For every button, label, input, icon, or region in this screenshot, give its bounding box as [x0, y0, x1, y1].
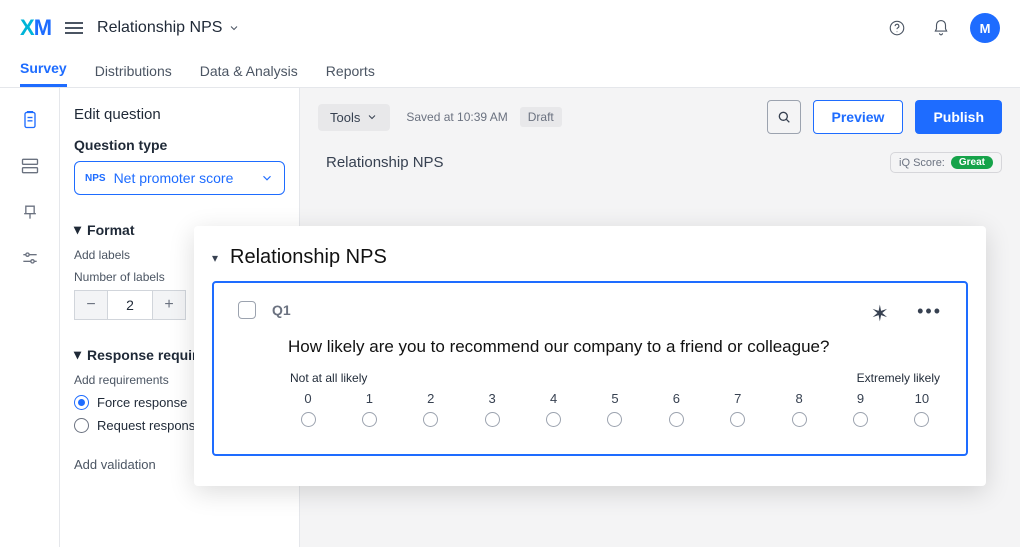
question-text[interactable]: How likely are you to recommend our comp…: [288, 337, 942, 357]
logo: XM: [20, 15, 51, 41]
chevron-down-icon: [260, 171, 274, 185]
nps-option-1[interactable]: [349, 412, 389, 432]
nps-option-10[interactable]: [902, 412, 942, 432]
stepper-plus[interactable]: +: [152, 290, 186, 320]
question-block-overlay: ▾ Relationship NPS Q1 ✶ ••• How likely a…: [194, 226, 986, 486]
question-number: Q1: [272, 302, 291, 318]
tools-menu[interactable]: Tools: [318, 104, 390, 131]
nps-option-3[interactable]: [472, 412, 512, 432]
tab-data-analysis[interactable]: Data & Analysis: [200, 63, 298, 87]
preview-button[interactable]: Preview: [813, 100, 904, 134]
tab-distributions[interactable]: Distributions: [95, 63, 172, 87]
nps-option-2[interactable]: [411, 412, 451, 432]
menu-icon[interactable]: [65, 22, 83, 34]
nps-option-4[interactable]: [534, 412, 574, 432]
caret-down-icon: ▾: [74, 221, 81, 238]
rail-look-feel-icon[interactable]: [16, 198, 44, 226]
rail-options-icon[interactable]: [16, 244, 44, 272]
select-question-checkbox[interactable]: [238, 301, 256, 319]
publish-button[interactable]: Publish: [915, 100, 1002, 134]
nps-option-7[interactable]: [718, 412, 758, 432]
draft-chip: Draft: [520, 107, 562, 127]
rail-builder-icon[interactable]: [16, 106, 44, 134]
nps-option-5[interactable]: [595, 412, 635, 432]
help-button[interactable]: [882, 13, 912, 43]
tab-reports[interactable]: Reports: [326, 63, 375, 87]
nps-option-6[interactable]: [656, 412, 696, 432]
question-type-select[interactable]: NPS Net promoter score: [74, 161, 285, 195]
chevron-down-icon: [366, 111, 378, 123]
expertreview-icon[interactable]: ✶: [871, 301, 889, 327]
saved-status: Saved at 10:39 AM: [406, 110, 507, 124]
stepper-value: 2: [108, 290, 152, 320]
nps-option-0[interactable]: [288, 412, 328, 432]
avatar[interactable]: M: [970, 13, 1000, 43]
add-validation-label: Add validation: [74, 457, 156, 472]
question-card[interactable]: Q1 ✶ ••• How likely are you to recommend…: [212, 281, 968, 456]
notifications-button[interactable]: [926, 13, 956, 43]
nps-option-9[interactable]: [841, 412, 881, 432]
radio-checked-icon: [74, 395, 89, 410]
project-switcher[interactable]: Relationship NPS: [97, 19, 240, 37]
nps-option-8[interactable]: [779, 412, 819, 432]
chevron-down-icon: [228, 22, 240, 34]
anchor-low: Not at all likely: [290, 371, 367, 385]
nps-tag: NPS: [85, 173, 106, 184]
nps-scale: Not at all likely Extremely likely 0 1 2…: [288, 371, 942, 432]
scale-numbers: 0 1 2 3 4 5 6 7 8 9 10: [288, 391, 942, 406]
question-type-value: Net promoter score: [114, 170, 234, 186]
nav-rail: [0, 88, 60, 547]
project-name: Relationship NPS: [97, 19, 222, 37]
scale-options: [288, 412, 942, 432]
survey-title: Relationship NPS: [326, 154, 444, 171]
block-title: Relationship NPS: [230, 246, 387, 269]
rail-flow-icon[interactable]: [16, 152, 44, 180]
panel-title: Edit question: [74, 106, 285, 123]
iq-score-badge[interactable]: iQ Score: Great: [890, 152, 1002, 173]
caret-down-icon: ▾: [74, 346, 81, 363]
question-more-icon[interactable]: •••: [917, 301, 942, 322]
collapse-block-icon[interactable]: ▾: [212, 251, 218, 265]
question-type-label: Question type: [74, 137, 285, 153]
tab-survey[interactable]: Survey: [20, 60, 67, 87]
radio-icon: [74, 418, 89, 433]
stepper-minus[interactable]: −: [74, 290, 108, 320]
search-survey-button[interactable]: [767, 100, 801, 134]
anchor-high: Extremely likely: [857, 371, 940, 385]
main-tabs: Survey Distributions Data & Analysis Rep…: [0, 56, 1020, 88]
